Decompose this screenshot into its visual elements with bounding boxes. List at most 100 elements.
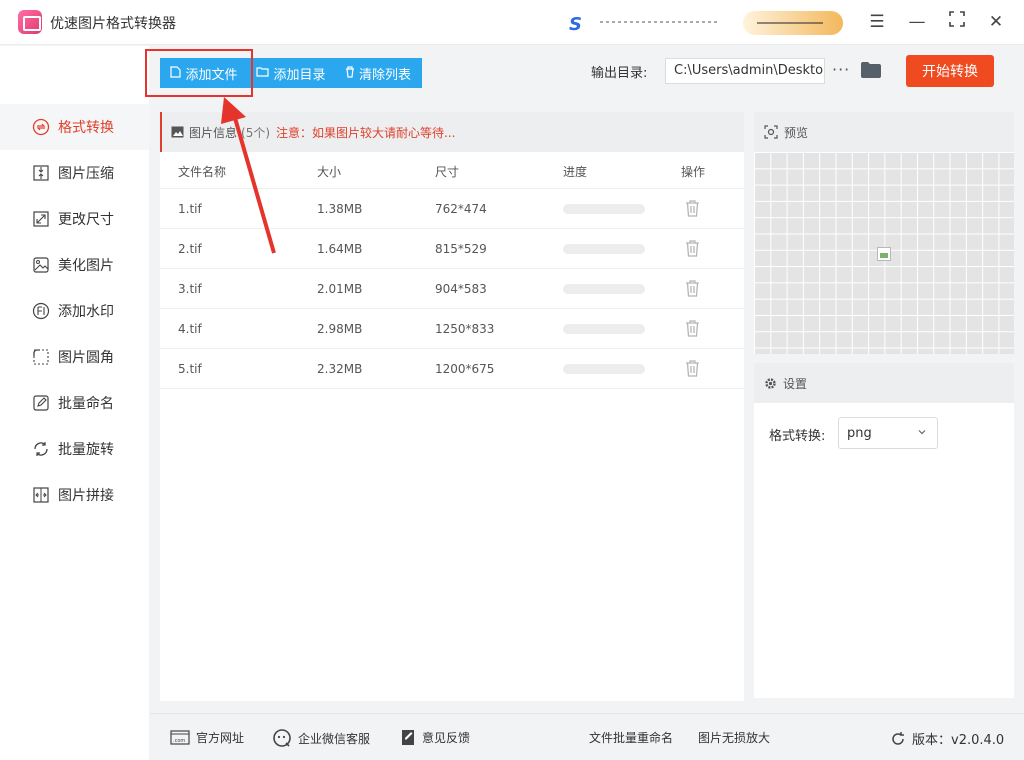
folder-icon[interactable]: [860, 61, 882, 83]
sidebar-item-label: 格式转换: [58, 120, 114, 136]
folder-outline-icon: [256, 66, 270, 80]
rename-icon: [32, 394, 50, 412]
footer: .com 官方网址 企业微信客服 意见反馈 文件批量重命名 图片无损放大 版本：…: [150, 713, 1024, 760]
sidebar-item-rotate[interactable]: 批量旋转: [0, 426, 149, 472]
sidebar-item-format-convert[interactable]: 格式转换: [0, 104, 149, 150]
progress-bar: [563, 244, 645, 254]
table-row[interactable]: 3.tif 2.01MB 904*583: [160, 269, 744, 309]
preview-icon: [764, 125, 778, 139]
settings-title: 设置: [783, 376, 808, 391]
compress-icon: [32, 164, 50, 182]
app-title: 优速图片格式转换器: [50, 16, 176, 32]
sidebar-item-label: 添加水印: [58, 304, 114, 320]
refresh-icon: [890, 731, 906, 747]
sidebar-item-label: 美化图片: [58, 258, 114, 274]
app-logo-icon: [18, 10, 42, 34]
sidebar-item-watermark[interactable]: 添加水印: [0, 288, 149, 334]
trash-icon[interactable]: [685, 319, 700, 340]
image-icon: [171, 126, 184, 138]
file-panel-header: 图片信息 (5个) 注意：如果图片较大请耐心等待...: [160, 112, 744, 152]
trash-icon[interactable]: [685, 199, 700, 220]
progress-bar: [563, 324, 645, 334]
feedback-link[interactable]: 意见反馈: [400, 729, 470, 746]
user-logo-icon[interactable]: S: [569, 14, 582, 35]
table-row[interactable]: 5.tif 2.32MB 1200*675: [160, 349, 744, 389]
settings-header: 设置: [754, 363, 1014, 403]
trash-icon[interactable]: [685, 239, 700, 260]
col-size: 大小: [317, 165, 342, 179]
beautify-icon: [32, 256, 50, 274]
wechat-support-link[interactable]: 企业微信客服: [272, 729, 370, 747]
sidebar-item-compress[interactable]: 图片压缩: [0, 150, 149, 196]
close-icon[interactable]: ✕: [985, 11, 1007, 33]
annotation-highlight-box: [145, 49, 253, 97]
vip-badge[interactable]: [743, 11, 843, 35]
trash-icon[interactable]: [685, 359, 700, 380]
user-name-redacted[interactable]: [600, 14, 720, 30]
sidebar-item-rename[interactable]: 批量命名: [0, 380, 149, 426]
col-action: 操作: [681, 165, 706, 179]
preview-header: 预览: [754, 112, 1014, 152]
more-options-icon[interactable]: ···: [832, 60, 850, 79]
feedback-icon: [400, 729, 416, 746]
add-folder-button[interactable]: 添加目录: [248, 58, 334, 88]
sidebar-item-label: 批量旋转: [58, 442, 114, 458]
rounded-corner-icon: [32, 348, 50, 366]
preview-panel: 预览: [754, 112, 1014, 354]
website-icon: .com: [170, 730, 190, 745]
format-select[interactable]: png: [838, 417, 938, 449]
col-filename: 文件名称: [178, 165, 227, 179]
table-row[interactable]: 4.tif 2.98MB 1250*833: [160, 309, 744, 349]
table-row[interactable]: 1.tif 1.38MB 762*474: [160, 189, 744, 229]
broken-image-icon: [877, 247, 891, 261]
sidebar-item-label: 更改尺寸: [58, 212, 114, 228]
watermark-icon: [32, 302, 50, 320]
output-dir-label: 输出目录:: [591, 66, 648, 81]
preview-title: 预览: [784, 125, 809, 140]
sidebar: 格式转换 图片压缩 更改尺寸 美化图片 添加水印 图片圆角 批量命名 批量旋转 …: [0, 46, 149, 760]
output-dir-input[interactable]: C:\Users\admin\Desktop: [665, 58, 825, 84]
svg-text:.com: .com: [173, 738, 185, 744]
gear-icon: [764, 377, 777, 390]
sidebar-item-label: 图片圆角: [58, 350, 114, 366]
sidebar-item-stitch[interactable]: 图片拼接: [0, 472, 149, 518]
version-info[interactable]: 版本：v2.0.4.0: [890, 729, 1004, 748]
sidebar-item-label: 批量命名: [58, 396, 114, 412]
lossless-upscale-link[interactable]: 图片无损放大: [698, 729, 770, 746]
file-panel-title: 图片信息: [189, 125, 238, 140]
trash-icon[interactable]: [685, 279, 700, 300]
stitch-icon: [32, 486, 50, 504]
sidebar-item-beautify[interactable]: 美化图片: [0, 242, 149, 288]
clear-list-button[interactable]: 清除列表: [334, 58, 422, 88]
progress-bar: [563, 364, 645, 374]
title-bar: 优速图片格式转换器 S ☰ — ✕: [0, 0, 1024, 45]
maximize-icon[interactable]: [946, 11, 968, 33]
resize-icon: [32, 210, 50, 228]
progress-bar: [563, 284, 645, 294]
format-convert-icon: [32, 118, 50, 136]
progress-bar: [563, 204, 645, 214]
menu-icon[interactable]: ☰: [866, 11, 888, 33]
file-count: (5个): [241, 125, 271, 140]
table-row[interactable]: 2.tif 1.64MB 815*529: [160, 229, 744, 269]
file-list-panel: 图片信息 (5个) 注意：如果图片较大请耐心等待... 文件名称 大小 尺寸 进…: [160, 112, 744, 701]
batch-rename-link[interactable]: 文件批量重命名: [589, 729, 673, 746]
sidebar-item-label: 图片压缩: [58, 166, 114, 182]
sidebar-item-rounded-corner[interactable]: 图片圆角: [0, 334, 149, 380]
col-dims: 尺寸: [435, 165, 460, 179]
website-link[interactable]: .com 官方网址: [170, 729, 244, 746]
sidebar-item-label: 图片拼接: [58, 488, 114, 504]
trash-small-icon: [345, 65, 355, 81]
rotate-icon: [32, 440, 50, 458]
col-progress: 进度: [563, 165, 588, 179]
format-label: 格式转换:: [769, 429, 826, 444]
chevron-down-icon: [917, 426, 927, 441]
start-convert-button[interactable]: 开始转换: [906, 55, 994, 87]
file-panel-note: 注意：如果图片较大请耐心等待...: [276, 125, 456, 140]
minimize-icon[interactable]: —: [906, 11, 928, 33]
wechat-icon: [272, 729, 292, 747]
sidebar-item-resize[interactable]: 更改尺寸: [0, 196, 149, 242]
table-header: 文件名称 大小 尺寸 进度 操作: [160, 152, 744, 189]
preview-canvas: [754, 152, 1014, 354]
settings-panel: 设置 格式转换: png: [754, 363, 1014, 698]
